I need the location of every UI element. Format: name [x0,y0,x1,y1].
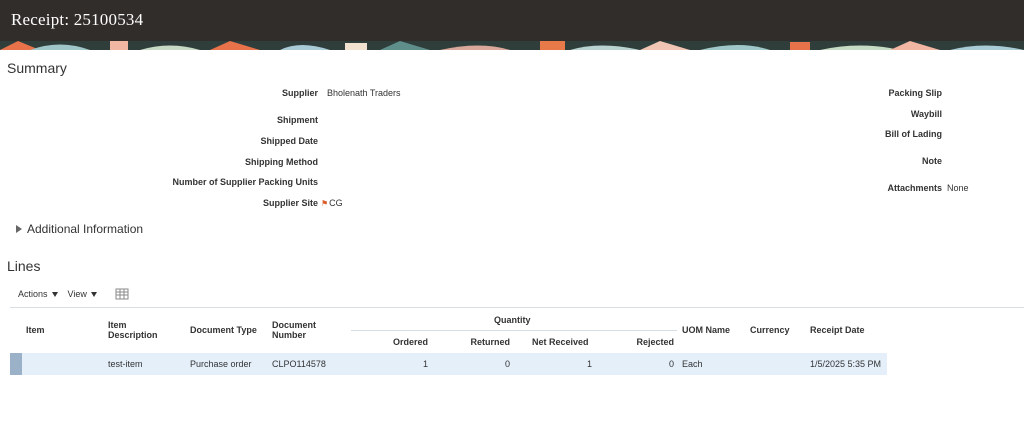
shipment-label: Shipment [276,115,318,125]
cell-rejected: 0 [668,359,674,369]
supplier-site-text: CG [329,198,343,208]
column-header-receipt-date[interactable]: Receipt Date [810,325,865,335]
actions-menu-label: Actions [18,289,48,299]
supplier-value: Bholenath Traders [327,88,401,98]
cell-item-description: test-item [108,359,143,369]
cell-ordered: 1 [422,359,428,369]
column-header-item[interactable]: Item [26,325,45,335]
column-header-rejected[interactable]: Rejected [614,337,674,347]
column-header-net-received[interactable]: Net Received [532,337,589,347]
packing-slip-label: Packing Slip [888,88,942,98]
column-header-item-description[interactable]: Item Description [108,320,178,340]
chevron-down-icon [90,291,97,297]
table-row[interactable]: test-item Purchase order CLPO114578 1 0 … [10,353,887,375]
cell-returned: 0 [504,359,510,369]
column-header-uom-name[interactable]: UOM Name [682,325,730,335]
view-menu-label: View [67,289,87,299]
additional-information-label: Additional Information [27,222,144,236]
column-header-ordered[interactable]: Ordered [370,337,428,347]
bill-of-lading-label: Bill of Lading [885,129,942,139]
flag-icon: ⚑ [321,199,329,208]
waybill-label: Waybill [910,109,942,119]
page-header: Receipt: 25100534 [0,0,1024,41]
column-header-quantity: Quantity [494,315,531,325]
cell-document-number[interactable]: CLPO114578 [272,359,326,369]
view-menu[interactable]: View [68,289,97,299]
cell-receipt-date: 1/5/2025 5:35 PM [810,359,882,369]
quantity-group-divider [351,330,677,331]
freeze-columns-icon[interactable] [115,288,129,300]
additional-information-toggle[interactable]: Additional Information [16,222,143,236]
supplier-label: Supplier [281,88,318,98]
lines-heading: Lines [7,258,41,274]
shipping-method-label: Shipping Method [245,157,318,167]
shipped-date-label: Shipped Date [260,136,318,146]
expand-triangle-icon [16,225,22,233]
lines-toolbar: Actions View [18,288,129,300]
supplier-packing-units-label: Number of Supplier Packing Units [172,177,318,187]
column-header-document-number[interactable]: Document Number [272,320,334,340]
row-selector[interactable] [10,353,22,375]
actions-menu[interactable]: Actions [18,289,58,299]
attachments-value[interactable]: None [947,183,969,193]
summary-heading: Summary [7,60,67,76]
attachments-label: Attachments [887,183,942,193]
lines-table: Item Item Description Document Type Docu… [10,307,1024,377]
supplier-site-label: Supplier Site [262,198,318,208]
page-title: Receipt: 25100534 [11,10,144,29]
decorative-banner [0,41,1024,50]
supplier-site-value: ⚑CG [321,198,343,208]
column-header-currency[interactable]: Currency [750,325,790,335]
note-label: Note [922,156,942,166]
column-header-returned[interactable]: Returned [450,337,510,347]
column-header-document-type[interactable]: Document Type [190,325,257,335]
cell-document-type: Purchase order [190,359,252,369]
table-header-border [10,307,1024,308]
cell-uom-name: Each [682,359,703,369]
chevron-down-icon [51,291,58,297]
cell-net-received: 1 [586,359,592,369]
